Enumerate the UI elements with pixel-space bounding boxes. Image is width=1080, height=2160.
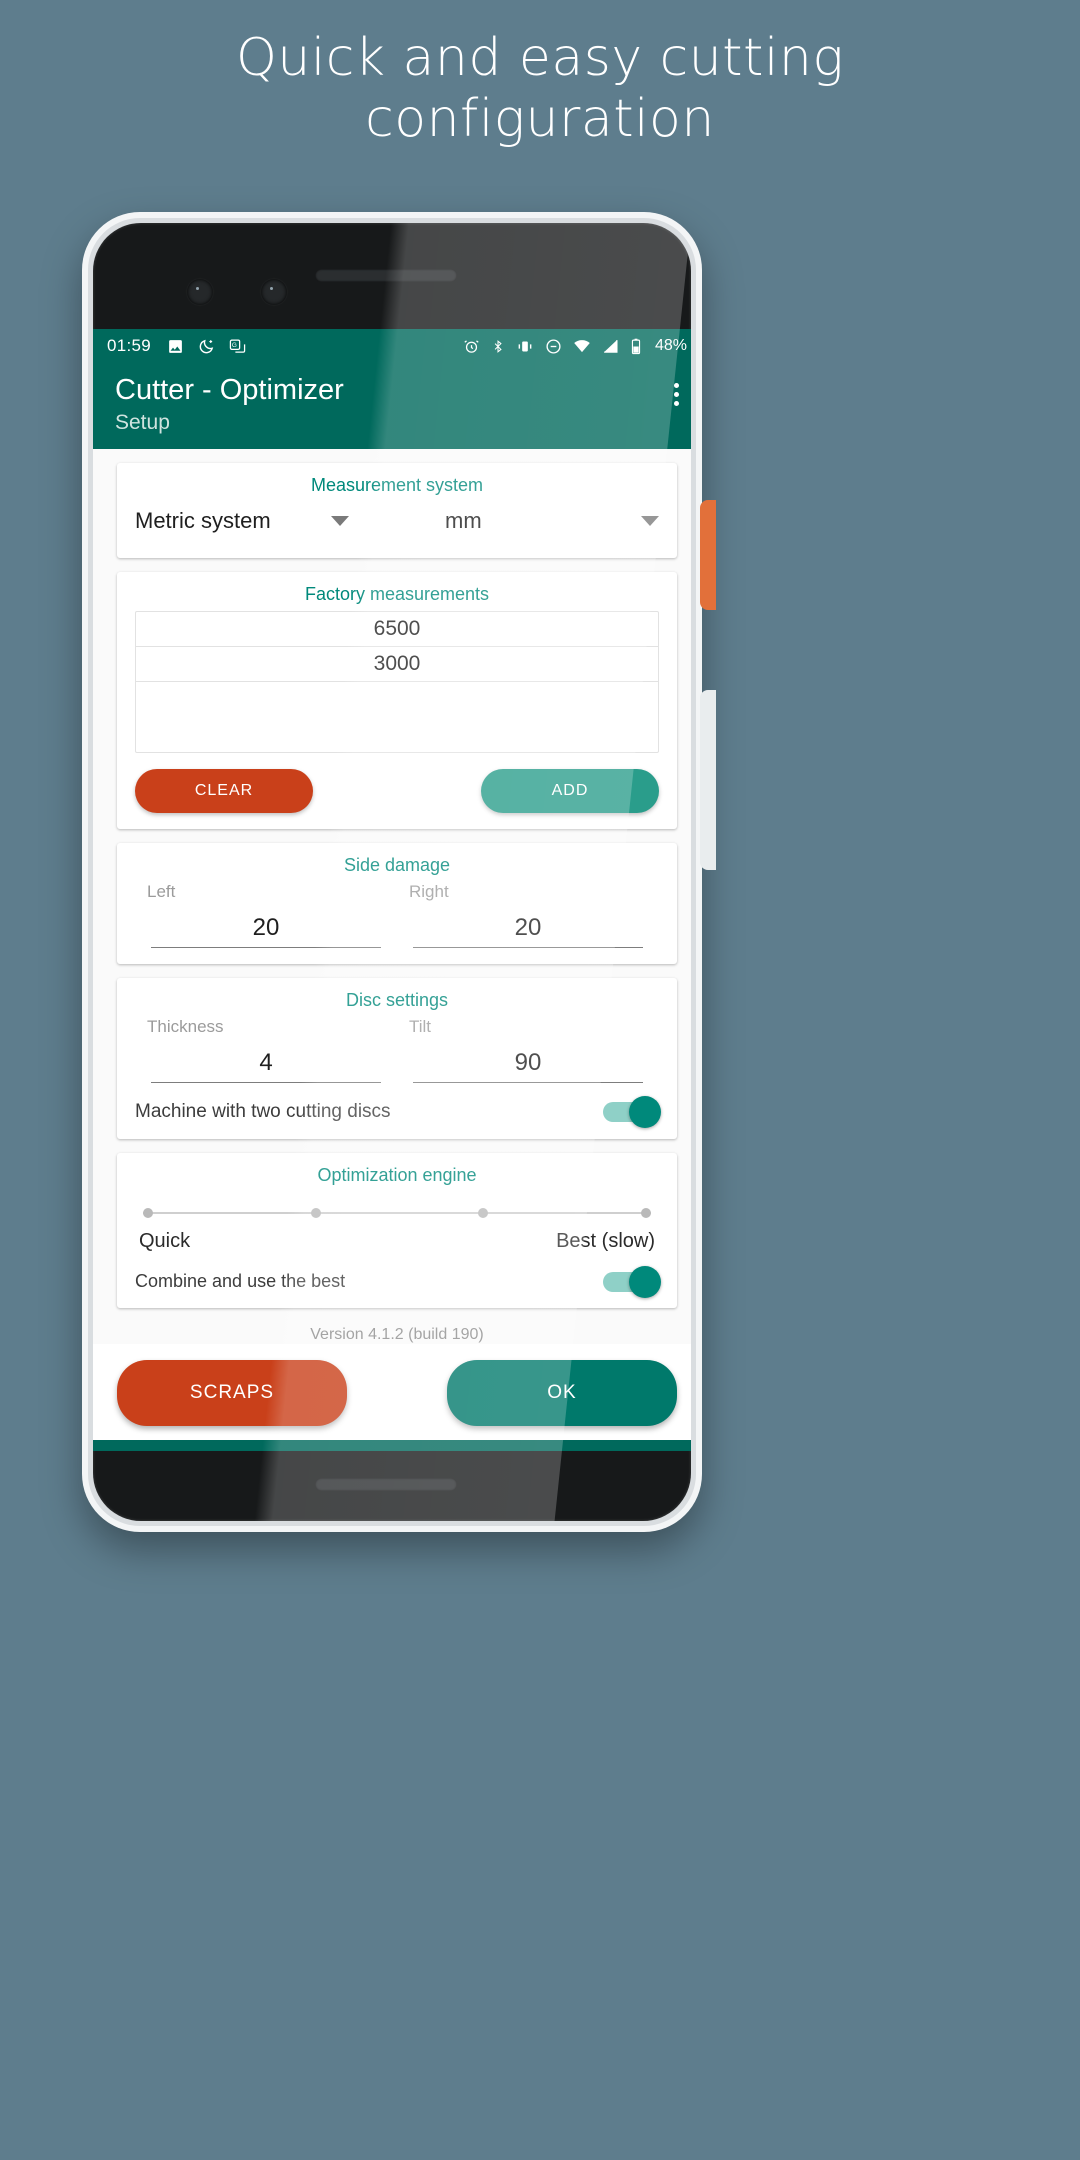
combine-best-toggle[interactable] [603,1265,661,1298]
dnd-icon [545,338,562,355]
phone-mockup: 01:59 G 48% Cutter - Optimizer Setup Mea… [82,212,702,1532]
bluetooth-icon [491,338,505,355]
slider-min-label: Quick [139,1230,191,1253]
page-title: Cutter - Optimizer [115,374,344,406]
two-discs-toggle[interactable] [603,1096,661,1129]
tilt-field[interactable]: Tilt 90 [397,1017,659,1084]
slider-track [143,1212,651,1215]
toggle-knob [629,1096,661,1129]
overflow-menu-icon[interactable] [674,373,679,406]
side-damage-left-value[interactable]: 20 [151,906,381,949]
tilt-value[interactable]: 90 [413,1041,643,1084]
slider-stop[interactable] [478,1208,489,1219]
battery-icon [630,338,642,355]
disc-settings-fields: Thickness 4 Tilt 90 [135,1017,659,1084]
slider-max-label: Best (slow) [556,1230,655,1253]
factory-measurements-actions: CLEAR ADD [135,769,659,814]
promo-headline: Quick and easy cutting configuration [0,28,1080,151]
navigation-bar [93,1440,691,1451]
front-camera-icon [187,279,213,305]
settings-content: Measurement system Metric system mm Fact… [93,463,691,1451]
side-damage-right-field[interactable]: Right 20 [397,882,659,949]
ok-button[interactable]: OK [447,1360,677,1427]
bottom-action-bar: SCRAPS OK [93,1344,691,1441]
side-damage-card: Side damage Left 20 Right 20 [117,843,677,965]
side-damage-title: Side damage [343,855,451,876]
disc-settings-card: Disc settings Thickness 4 Tilt 90 Machin… [117,978,677,1140]
wifi-icon [573,338,591,355]
status-bar: 01:59 G 48% [93,329,691,363]
optimization-engine-title: Optimization engine [317,1165,477,1186]
phone-screen: 01:59 G 48% Cutter - Optimizer Setup Mea… [93,329,691,1451]
measurement-system-card: Measurement system Metric system mm [117,463,677,559]
two-discs-row: Machine with two cutting discs [135,1096,661,1129]
status-right-icons: 48% [463,337,687,355]
factory-measurements-list[interactable]: 6500 3000 [135,611,659,754]
add-button[interactable]: ADD [481,769,659,814]
side-damage-left-field[interactable]: Left 20 [135,882,397,949]
measurement-system-title: Measurement system [310,475,484,496]
promo-headline-line1: Quick and easy cutting [235,28,845,88]
list-item[interactable]: 6500 [136,612,658,648]
phone-frame-inner: 01:59 G 48% Cutter - Optimizer Setup Mea… [88,218,696,1526]
unit-select-value: mm [445,508,482,534]
factory-measurements-title: Factory measurements [304,584,490,605]
system-select-value: Metric system [135,508,271,534]
promo-screenshot: Quick and easy cutting configuration 01:… [0,0,1080,2160]
chevron-down-icon [331,516,349,527]
google-translate-icon: G [229,338,246,355]
slider-end-labels: Quick Best (slow) [139,1230,655,1253]
chevron-down-icon [641,516,659,527]
factory-measurements-card: Factory measurements 6500 3000 CLEAR ADD [117,572,677,830]
promo-headline-line2: configuration [365,89,715,150]
alarm-icon [463,338,480,355]
app-bar: Cutter - Optimizer Setup [93,363,691,450]
scraps-button[interactable]: SCRAPS [117,1360,347,1427]
list-empty-space [136,682,658,752]
combine-best-row: Combine and use the best [135,1265,661,1298]
app-bar-titles: Cutter - Optimizer Setup [115,373,344,435]
system-select[interactable]: Metric system [135,508,375,534]
battery-percent: 48% [654,337,687,354]
list-item[interactable]: 3000 [136,647,658,683]
slider-stop[interactable] [641,1208,651,1219]
cell-signal-icon [602,338,619,355]
do-not-disturb-moon-icon [198,338,215,355]
page-subtitle: Setup [115,411,170,435]
two-discs-label: Machine with two cutting discs [135,1101,391,1123]
thickness-field[interactable]: Thickness 4 [135,1017,397,1084]
combine-best-label: Combine and use the best [135,1271,346,1292]
status-left-icons: G [167,338,463,355]
slider-stop[interactable] [143,1208,153,1219]
side-damage-right-label: Right [409,882,449,902]
svg-text:G: G [232,342,237,349]
optimization-engine-card: Optimization engine Quick Best (slow) Co… [117,1153,677,1309]
side-damage-left-label: Left [147,882,176,902]
measurement-system-row: Metric system mm [135,502,659,542]
slider-stop[interactable] [310,1208,321,1219]
clear-button[interactable]: CLEAR [135,769,313,814]
side-damage-right-value[interactable]: 20 [413,906,643,949]
bottom-speaker [315,1478,457,1491]
unit-select[interactable]: mm [375,508,659,534]
side-damage-fields: Left 20 Right 20 [135,882,659,949]
status-time: 01:59 [107,336,152,355]
optimization-slider[interactable] [143,1198,651,1228]
disc-settings-title: Disc settings [345,990,449,1011]
phone-bezel: 01:59 G 48% Cutter - Optimizer Setup Mea… [93,223,691,1521]
toggle-knob [629,1265,661,1298]
peek-card-orange [700,500,716,610]
thickness-value[interactable]: 4 [151,1041,381,1084]
vibrate-icon [516,338,534,355]
front-camera-secondary-icon [261,279,287,305]
version-text: Version 4.1.2 (build 190) [310,1326,484,1344]
thickness-label: Thickness [147,1017,224,1037]
earpiece-speaker [315,269,457,282]
image-icon [167,338,184,355]
peek-card-white [700,690,716,870]
tilt-label: Tilt [409,1017,432,1037]
